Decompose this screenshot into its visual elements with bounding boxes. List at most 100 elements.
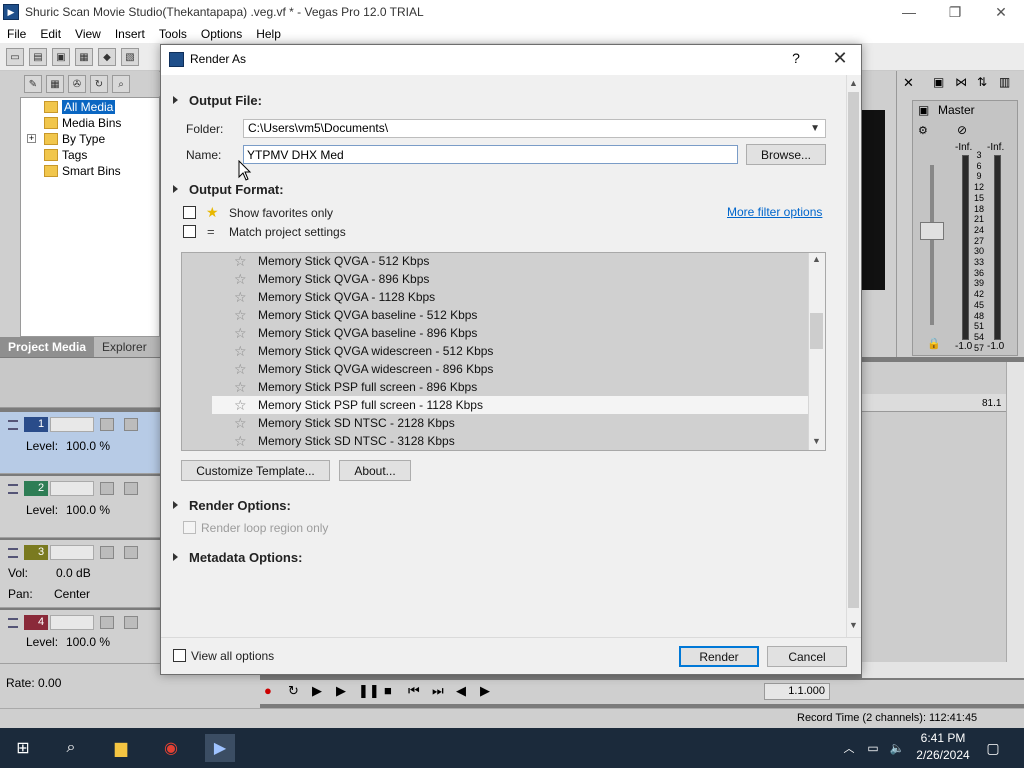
favorite-star-outline-icon[interactable]: ☆ — [234, 380, 250, 394]
save-as-icon[interactable]: ▦ — [75, 48, 93, 66]
record-icon[interactable]: ● — [264, 683, 272, 698]
refresh-icon[interactable]: ↻ — [90, 75, 108, 93]
vegas-taskbar-icon[interactable]: ▶ — [205, 734, 235, 762]
go-to-end-icon[interactable]: ⏭ — [432, 683, 444, 699]
close-window-button[interactable]: ✕ — [978, 0, 1024, 24]
show-favorites-checkbox[interactable] — [183, 206, 196, 219]
chrome-icon[interactable]: ◉ — [156, 734, 186, 762]
start-icon[interactable]: ⊞ — [8, 734, 38, 762]
favorite-star-outline-icon[interactable]: ☆ — [234, 272, 250, 286]
metadata-options-title[interactable]: Metadata Options: — [189, 550, 302, 565]
menu-edit[interactable]: Edit — [33, 27, 68, 41]
search-icon[interactable]: ⌕ — [56, 734, 86, 762]
favorite-star-outline-icon[interactable]: ☆ — [234, 326, 250, 340]
track-1[interactable]: 1 Level: 100.0 % — [0, 412, 160, 474]
template-list-scrollbar[interactable] — [808, 253, 825, 450]
chevron-down-icon[interactable]: ▼ — [810, 120, 820, 137]
match-project-label[interactable]: Match project settings — [229, 225, 346, 239]
expand-render-options-icon[interactable] — [173, 501, 178, 509]
expand-icon[interactable]: + — [27, 134, 36, 143]
tree-item-all-media[interactable]: All Media — [44, 99, 116, 115]
dialog-scroll-thumb[interactable] — [848, 92, 859, 608]
view-all-options-checkbox[interactable] — [173, 649, 186, 662]
restore-button[interactable]: ❐ — [932, 0, 978, 24]
prev-frame-icon[interactable]: ◀ — [456, 683, 466, 699]
properties-icon[interactable]: ▧ — [121, 48, 139, 66]
more-filter-options-link[interactable]: More filter options — [727, 205, 822, 219]
mixer-tool-icon[interactable]: ⋈ — [955, 75, 967, 89]
scroll-down-icon[interactable]: ▼ — [808, 436, 825, 450]
template-row[interactable]: ☆ Memory Stick QVGA - 512 Kbps — [212, 252, 808, 270]
master-bus-icon[interactable]: ▣ — [918, 103, 929, 117]
mixer-tool-icon[interactable]: ▥ — [999, 75, 1010, 89]
track-level-value[interactable]: 100.0 % — [66, 503, 110, 517]
template-row[interactable]: ☆ Memory Stick SD NTSC - 2128 Kbps — [212, 414, 808, 432]
save-icon[interactable]: ▣ — [52, 48, 70, 66]
track-menu-icon[interactable] — [8, 484, 18, 494]
tab-project-media[interactable]: Project Media — [0, 337, 95, 357]
customize-template-button[interactable]: Customize Template... — [181, 460, 330, 481]
capture-icon[interactable]: ▦ — [46, 75, 64, 93]
scroll-up-icon[interactable]: ▲ — [808, 254, 825, 268]
track-fx-icon[interactable] — [124, 418, 138, 431]
track-vol-value[interactable]: 0.0 dB — [56, 566, 91, 580]
tree-item-tags[interactable]: Tags — [44, 147, 87, 163]
track-menu-icon[interactable] — [8, 420, 18, 430]
show-favorites-label[interactable]: Show favorites only — [229, 206, 333, 220]
record-arm-icon[interactable] — [100, 546, 114, 559]
menu-insert[interactable]: Insert — [108, 27, 152, 41]
pause-icon[interactable]: ❚❚ — [358, 683, 380, 699]
mixer-close-icon[interactable]: ✕ — [903, 75, 914, 91]
template-list-scroll-thumb[interactable] — [810, 313, 823, 349]
favorite-star-outline-icon[interactable]: ☆ — [234, 398, 250, 412]
stop-icon[interactable]: ■ — [384, 683, 392, 698]
menu-options[interactable]: Options — [194, 27, 249, 41]
notifications-icon[interactable]: ▢ — [978, 734, 1008, 762]
track-pan-value[interactable]: Center — [54, 587, 90, 601]
template-row[interactable]: ☆ Memory Stick QVGA baseline - 896 Kbps — [212, 324, 808, 342]
loop-icon[interactable]: ↻ — [288, 683, 299, 699]
file-explorer-icon[interactable]: ▆ — [106, 734, 136, 762]
favorite-star-outline-icon[interactable]: ☆ — [234, 290, 250, 304]
help-button[interactable]: ? — [786, 50, 806, 66]
timeline-horizontal-scrollbar[interactable] — [862, 662, 1024, 678]
favorite-star-outline-icon[interactable]: ☆ — [234, 254, 250, 268]
composite-icon[interactable] — [100, 482, 114, 495]
expand-output-format-icon[interactable] — [173, 185, 178, 193]
volume-icon[interactable]: 🔈 — [882, 734, 912, 762]
media-fx-icon[interactable]: ✇ — [68, 75, 86, 93]
expand-output-file-icon[interactable] — [173, 96, 178, 104]
render-icon[interactable]: ◆ — [98, 48, 116, 66]
track-name-field[interactable] — [50, 481, 94, 496]
favorite-star-outline-icon[interactable]: ☆ — [234, 344, 250, 358]
template-row[interactable]: ☆ Memory Stick QVGA widescreen - 512 Kbps — [212, 342, 808, 360]
tree-item-smart-bins[interactable]: Smart Bins — [44, 163, 121, 179]
dialog-scroll-down-icon[interactable]: ▼ — [846, 620, 861, 630]
composite-icon[interactable] — [100, 418, 114, 431]
dialog-scroll-up-icon[interactable]: ▲ — [846, 78, 861, 88]
output-format-title[interactable]: Output Format: — [189, 182, 284, 197]
track-level-value[interactable]: 100.0 % — [66, 439, 110, 453]
open-folder-icon[interactable]: ▤ — [29, 48, 47, 66]
mixer-tool-icon[interactable]: ▣ — [933, 75, 944, 89]
render-options-title[interactable]: Render Options: — [189, 498, 291, 513]
track-menu-icon[interactable] — [8, 548, 18, 558]
track-fx-icon[interactable] — [124, 546, 138, 559]
mixer-tool-icon[interactable]: ⇅ — [977, 75, 987, 89]
track-name-field[interactable] — [50, 615, 94, 630]
track-fx-icon[interactable] — [124, 616, 138, 629]
play-icon[interactable]: ▶ — [336, 683, 346, 699]
folder-combobox[interactable]: C:\Users\vm5\Documents\ ▼ — [243, 119, 826, 138]
tree-item-by-type[interactable]: By Type — [44, 131, 105, 147]
template-row[interactable]: ☆ Memory Stick QVGA - 1128 Kbps — [212, 288, 808, 306]
taskbar-time[interactable]: 6:41 PM — [914, 731, 972, 745]
template-row[interactable]: ☆ Memory Stick SD NTSC - 3128 Kbps — [212, 432, 808, 450]
track-name-field[interactable] — [50, 545, 94, 560]
track-name-field[interactable] — [50, 417, 94, 432]
go-to-start-icon[interactable]: ⏮ — [408, 683, 420, 699]
track-4[interactable]: 4 Level: 100.0 % — [0, 610, 160, 664]
menu-file[interactable]: File — [0, 27, 33, 41]
composite-icon[interactable] — [100, 616, 114, 629]
taskbar-date[interactable]: 2/26/2024 — [910, 748, 976, 762]
mute-icon[interactable]: ⊘ — [957, 123, 967, 137]
